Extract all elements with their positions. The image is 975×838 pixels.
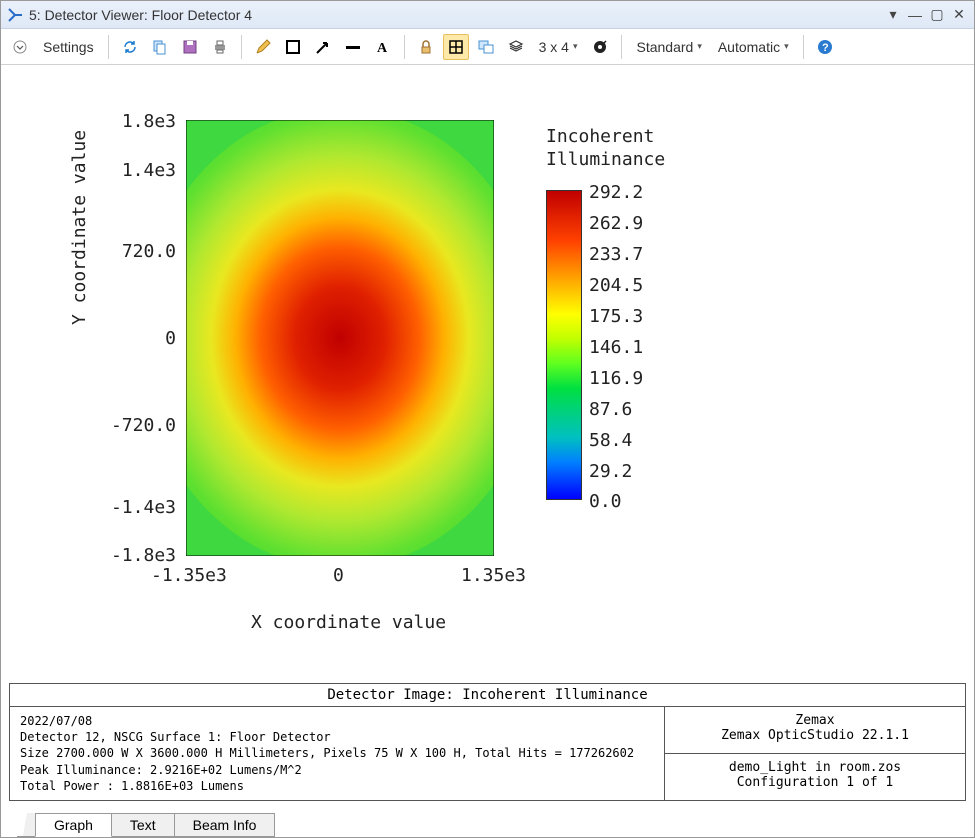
colorbar-tick: 204.5 (589, 275, 643, 296)
grid-size-dropdown[interactable]: 3 x 4 ▾ (533, 39, 584, 55)
colorbar-title: Incoherent Illuminance (546, 125, 665, 172)
window-controls: ▾ — ▢ ✕ (884, 6, 968, 23)
close-button[interactable]: ✕ (950, 6, 968, 23)
rectangle-tool-button[interactable] (280, 34, 306, 60)
lock-button[interactable] (413, 34, 439, 60)
info-header: Detector Image: Incoherent Illuminance (10, 684, 965, 707)
info-line: Detector 12, NSCG Surface 1: Floor Detec… (20, 730, 331, 744)
colorbar-tick: 116.9 (589, 368, 643, 389)
toolbar: Settings A 3 x 4 ▾ Standard ▾ Automatic … (1, 29, 974, 65)
minimize-button[interactable]: — (906, 7, 924, 23)
svg-text:A: A (377, 41, 388, 55)
colorbar (546, 190, 582, 500)
heatmap-svg (186, 120, 494, 556)
bottom-tabs: Graph Text Beam Info (1, 807, 275, 837)
info-date: 2022/07/08 (20, 714, 92, 728)
separator (108, 35, 109, 59)
heatmap[interactable] (186, 120, 494, 556)
separator (621, 35, 622, 59)
arrow-tool-button[interactable] (310, 34, 336, 60)
colorbar-tick: 29.2 (589, 461, 632, 482)
y-tick: 720.0 (96, 241, 176, 262)
target-button[interactable] (587, 34, 613, 60)
colorbar-tick: 175.3 (589, 306, 643, 327)
colorbar-tick: 58.4 (589, 430, 632, 451)
colorbar-tick: 0.0 (589, 491, 622, 512)
y-axis-label: Y coordinate value (69, 130, 90, 325)
info-meta: Zemax Zemax OpticStudio 22.1.1 demo_Ligh… (665, 707, 965, 800)
standard-label: Standard (636, 39, 693, 55)
text-tool-button[interactable]: A (370, 34, 396, 60)
x-tick: -1.35e3 (151, 565, 227, 586)
y-tick: 0 (96, 328, 176, 349)
dropdown-icon[interactable]: ▾ (884, 6, 902, 23)
vendor-name: Zemax (795, 713, 834, 728)
layers-button[interactable] (503, 34, 529, 60)
titlebar: 5: Detector Viewer: Floor Detector 4 ▾ —… (1, 1, 974, 29)
colorbar-title-1: Incoherent (546, 126, 654, 147)
chevron-down-icon: ▾ (784, 41, 789, 52)
window-title: 5: Detector Viewer: Floor Detector 4 (29, 7, 884, 23)
info-vendor: Zemax Zemax OpticStudio 22.1.1 (665, 707, 965, 754)
standard-dropdown[interactable]: Standard ▾ (630, 39, 707, 55)
settings-expand-icon[interactable] (7, 34, 33, 60)
grid-size-label: 3 x 4 (539, 39, 569, 55)
product-name: Zemax OpticStudio 22.1.1 (721, 728, 909, 743)
x-axis-label: X coordinate value (251, 612, 446, 633)
pencil-tool-button[interactable] (250, 34, 276, 60)
print-button[interactable] (207, 34, 233, 60)
colorbar-tick: 292.2 (589, 182, 643, 203)
y-tick: -720.0 (96, 415, 176, 436)
tab-graph[interactable]: Graph (35, 813, 112, 837)
y-tick: 1.8e3 (96, 111, 176, 132)
app-icon (7, 7, 23, 23)
separator (404, 35, 405, 59)
window-layout-button[interactable] (473, 34, 499, 60)
plot-area: Y coordinate value X coordinate value 1.… (1, 65, 974, 649)
settings-button[interactable]: Settings (37, 39, 100, 55)
info-panel: Detector Image: Incoherent Illuminance 2… (9, 683, 966, 801)
colorbar-tick: 146.1 (589, 337, 643, 358)
info-line: Total Power : 1.8816E+03 Lumens (20, 779, 244, 793)
automatic-dropdown[interactable]: Automatic ▾ (712, 39, 795, 55)
y-tick: -1.4e3 (96, 497, 176, 518)
tab-slope (17, 813, 35, 837)
help-button[interactable]: ? (812, 34, 838, 60)
copy-button[interactable] (147, 34, 173, 60)
info-details: 2022/07/08 Detector 12, NSCG Surface 1: … (10, 707, 665, 800)
info-file: demo_Light in room.zos Configuration 1 o… (665, 754, 965, 800)
svg-text:?: ? (822, 42, 829, 54)
save-button[interactable] (177, 34, 203, 60)
grid-display-button[interactable] (443, 34, 469, 60)
colorbar-title-2: Illuminance (546, 149, 665, 170)
info-body: 2022/07/08 Detector 12, NSCG Surface 1: … (10, 707, 965, 800)
colorbar-tick: 233.7 (589, 244, 643, 265)
y-tick: 1.4e3 (96, 160, 176, 181)
line-tool-button[interactable] (340, 34, 366, 60)
tab-text[interactable]: Text (112, 813, 175, 837)
tab-beam-info[interactable]: Beam Info (175, 813, 276, 837)
y-tick: -1.8e3 (96, 545, 176, 566)
info-line: Size 2700.000 W X 3600.000 H Millimeters… (20, 746, 634, 760)
automatic-label: Automatic (718, 39, 780, 55)
separator (241, 35, 242, 59)
colorbar-tick: 262.9 (589, 213, 643, 234)
chevron-down-icon: ▾ (697, 41, 702, 52)
colorbar-tick: 87.6 (589, 399, 632, 420)
maximize-button[interactable]: ▢ (928, 6, 946, 23)
x-tick: 1.35e3 (461, 565, 526, 586)
x-tick: 0 (333, 565, 344, 586)
chevron-down-icon: ▾ (573, 41, 578, 52)
separator (803, 35, 804, 59)
config-name: Configuration 1 of 1 (737, 775, 894, 790)
info-line: Peak Illuminance: 2.9216E+02 Lumens/M^2 (20, 763, 302, 777)
file-name: demo_Light in room.zos (729, 760, 901, 775)
refresh-button[interactable] (117, 34, 143, 60)
